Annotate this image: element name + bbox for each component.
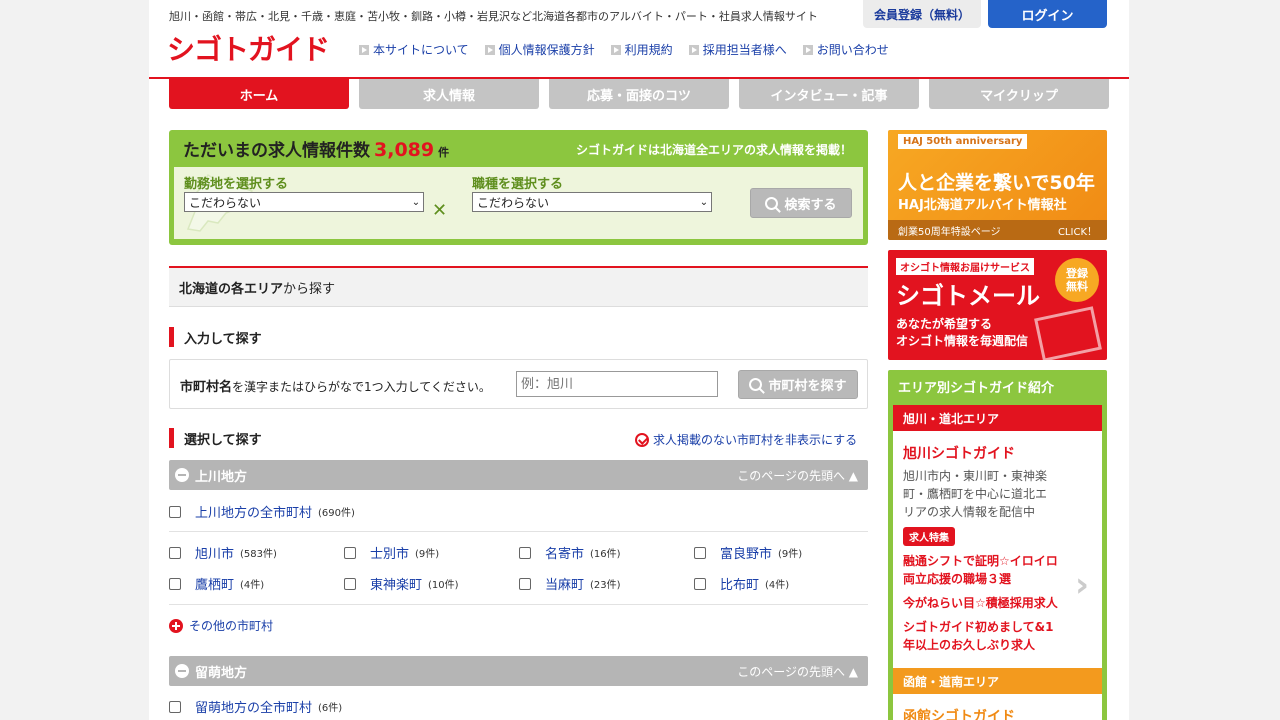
site-logo[interactable]: シゴトガイド: [167, 28, 330, 68]
main-nav: ホーム 求人情報 応募・面接のコツ インタビュー・記事 マイクリップ: [169, 79, 1109, 109]
area-card-header: 旭川・道北エリア: [893, 405, 1102, 431]
login-button[interactable]: ログイン: [988, 0, 1107, 28]
job-count-heading: ただいまの求人情報件数 3,089 件: [183, 139, 450, 161]
search-icon: [765, 196, 779, 210]
region-bar-rumoi[interactable]: 留萌地方 このページの先頭へ ▲: [169, 656, 868, 686]
free-registration-badge: 登録 無料: [1055, 258, 1099, 302]
expand-icon: [169, 618, 183, 633]
region-bar-kamikawa[interactable]: 上川地方 このページの先頭へ ▲: [169, 460, 868, 490]
city-input-label: 市町村名を漢字またはひらがなで1つ入力してください。: [180, 380, 491, 395]
page-top-link[interactable]: このページの先頭へ ▲: [737, 467, 858, 484]
select-search-title: 選択して探す: [169, 428, 262, 448]
header-link-privacy[interactable]: 個人情報保護方針: [484, 41, 595, 58]
header-link-contact[interactable]: お問い合わせ: [802, 41, 889, 58]
location-select[interactable]: こだわらない ⌄: [184, 192, 424, 212]
search-button[interactable]: 検索する: [750, 188, 852, 218]
area-card-title[interactable]: 函館シゴトガイド: [893, 694, 1102, 720]
arrow-icon: [610, 44, 621, 55]
checkbox[interactable]: [694, 577, 706, 590]
tab-jobs[interactable]: 求人情報: [359, 79, 539, 109]
town-item[interactable]: 東神楽町 (10件): [344, 574, 459, 593]
arrow-icon: [802, 44, 813, 55]
header-link-terms[interactable]: 利用規約: [610, 41, 673, 58]
checkbox[interactable]: [169, 505, 181, 518]
arrow-icon: [484, 44, 495, 55]
search-icon: [749, 378, 763, 391]
city-input[interactable]: [516, 371, 718, 397]
feature-link[interactable]: 融通シフトで証明☆イロイロ両立応援の職場３選: [893, 546, 1073, 588]
region-all-towns[interactable]: 留萌地方の全市町村 (6件): [169, 697, 342, 716]
arrow-icon: [688, 44, 699, 55]
checkbox[interactable]: [519, 546, 531, 559]
arrow-icon: [359, 44, 369, 55]
tab-home[interactable]: ホーム: [169, 79, 349, 109]
town-item[interactable]: 士別市 (9件): [344, 543, 439, 562]
envelope-icon: [1034, 306, 1102, 360]
job-type-select[interactable]: こだわらない ⌄: [472, 192, 712, 212]
area-guide-panel: エリア別シゴトガイド紹介 旭川・道北エリア 旭川シゴトガイド 旭川市内・東川町・…: [888, 370, 1107, 720]
city-search-box: 市町村名を漢字またはひらがなで1つ入力してください。 市町村を探す: [169, 359, 868, 409]
clear-icon[interactable]: ✕: [432, 200, 447, 221]
checkbox[interactable]: [169, 577, 181, 590]
site-tagline: 旭川・函館・帯広・北見・千歳・恵庭・苫小牧・釧路・小樽・岩見沢など北海道各都市の…: [169, 10, 818, 23]
input-search-title: 入力して探す: [169, 327, 262, 347]
feature-link[interactable]: シゴトガイド初めまして&1年以上のお久しぶり求人: [893, 612, 1073, 654]
job-type-label: 職種を選択する: [472, 177, 564, 192]
page-top-link[interactable]: このページの先頭へ ▲: [737, 663, 858, 680]
checkbox[interactable]: [519, 577, 531, 590]
chevron-down-icon: ⌄: [411, 196, 421, 208]
collapse-icon: [175, 468, 189, 482]
haj-logo: HAJ 50th anniversary: [898, 134, 1028, 149]
tab-myclip[interactable]: マイクリップ: [929, 79, 1109, 109]
checkbox[interactable]: [694, 546, 706, 559]
feature-badge: 求人特集: [903, 527, 955, 546]
header-links: 本サイトについて 個人情報保護方針 利用規約 採用担当者様へ お問い合わせ: [359, 41, 889, 58]
tab-interviews[interactable]: インタビュー・記事: [739, 79, 919, 109]
checkbox[interactable]: [169, 700, 181, 713]
hide-empty-towns-toggle[interactable]: 求人掲載のない市町村を非表示にする: [635, 431, 857, 448]
town-item[interactable]: 比布町 (4件): [694, 574, 789, 593]
town-item[interactable]: 名寄市 (16件): [519, 543, 621, 562]
job-search-box: ただいまの求人情報件数 3,089 件 シゴトガイドは北海道全エリアの求人情報を…: [169, 130, 868, 245]
shigoto-mail-banner[interactable]: オシゴト情報お届けサービス シゴトメール 登録 無料 あなたが希望する オシゴト…: [888, 250, 1107, 360]
chevron-down-icon: ⌄: [699, 196, 709, 208]
chevron-right-icon[interactable]: ›: [1075, 565, 1089, 605]
collapse-icon: [175, 664, 189, 678]
haj-anniversary-banner[interactable]: HAJ 50th anniversary 人と企業を繋いで50年 HAJ北海道ア…: [888, 130, 1107, 240]
feature-link[interactable]: 今がねらい目☆積極採用求人: [893, 588, 1073, 612]
search-note: シゴトガイドは北海道全エリアの求人情報を掲載！: [575, 143, 852, 157]
region-all-towns[interactable]: 上川地方の全市町村 (690件): [169, 502, 355, 521]
town-item[interactable]: 旭川市 (583件): [169, 543, 277, 562]
town-item[interactable]: 鷹栖町 (4件): [169, 574, 264, 593]
area-guide-card: 旭川・道北エリア 旭川シゴトガイド 旭川市内・東川町・東神楽町・鷹栖町を中心に道…: [893, 405, 1102, 720]
checkbox[interactable]: [169, 546, 181, 559]
area-card-title[interactable]: 旭川シゴトガイド: [893, 431, 1102, 467]
area-heading: 北海道の各エリア から探す: [169, 268, 868, 307]
header-link-about[interactable]: 本サイトについて: [359, 41, 469, 58]
search-form: 勤務地を選択する こだわらない ⌄ ✕ 職種を選択する こだわらない ⌄ 検索する: [174, 167, 863, 239]
location-label: 勤務地を選択する: [184, 177, 289, 192]
header-link-recruiters[interactable]: 採用担当者様へ: [688, 41, 787, 58]
area-card-header: 函館・道南エリア: [893, 668, 1102, 694]
city-search-button[interactable]: 市町村を探す: [738, 370, 858, 399]
checkbox[interactable]: [344, 546, 356, 559]
check-icon: [635, 432, 649, 447]
job-count: 3,089: [374, 139, 435, 161]
town-item[interactable]: 富良野市 (9件): [694, 543, 802, 562]
checkbox[interactable]: [344, 577, 356, 590]
page: 旭川・函館・帯広・北見・千歳・恵庭・苫小牧・釧路・小樽・岩見沢など北海道各都市の…: [149, 0, 1129, 720]
register-button[interactable]: 会員登録（無料）: [863, 0, 981, 28]
tab-tips[interactable]: 応募・面接のコツ: [549, 79, 729, 109]
town-item[interactable]: 当麻町 (23件): [519, 574, 621, 593]
more-towns-link[interactable]: その他の市町村: [169, 617, 273, 634]
